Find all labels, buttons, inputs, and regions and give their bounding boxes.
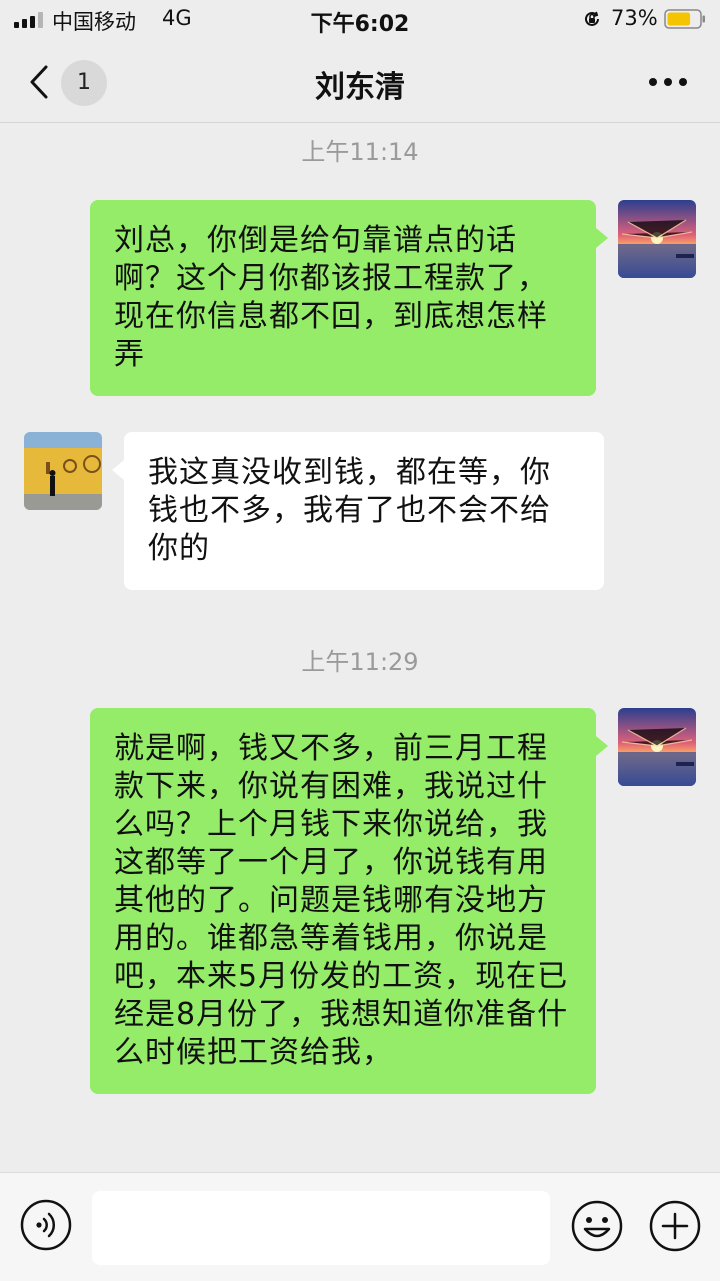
received-message[interactable]: 我这真没收到钱，都在等，你钱也不多，我有了也不会不给你的 xyxy=(112,432,604,590)
my-avatar[interactable] xyxy=(618,708,696,786)
more-icon[interactable] xyxy=(648,76,688,88)
contact-avatar[interactable] xyxy=(24,432,102,510)
status-bar: 中国移动 4G 下午6:02 73% xyxy=(0,0,720,40)
sent-message[interactable]: 就是啊，钱又不多，前三月工程款下来，你说有困难，我说过什么吗？上个月钱下来你说给… xyxy=(90,708,608,1094)
message-input[interactable] xyxy=(92,1191,550,1265)
timestamp: 上午11:14 xyxy=(301,138,419,166)
chat-header: 1 刘东清 xyxy=(0,42,720,123)
my-avatar[interactable] xyxy=(618,200,696,278)
sent-message[interactable]: 刘总，你倒是给句靠谱点的话啊？这个月你都该报工程款了，现在你信息都不回，到底想怎… xyxy=(90,200,608,396)
plus-icon[interactable] xyxy=(648,1199,702,1253)
input-bar xyxy=(0,1172,720,1281)
chat-title: 刘东清 xyxy=(315,70,405,105)
timestamp: 上午11:29 xyxy=(301,648,419,676)
voice-icon[interactable] xyxy=(20,1199,72,1251)
emoji-icon[interactable] xyxy=(570,1199,624,1253)
orientation-lock-icon xyxy=(585,11,599,26)
battery-icon xyxy=(664,9,705,29)
battery-percent: 73% xyxy=(611,6,658,30)
